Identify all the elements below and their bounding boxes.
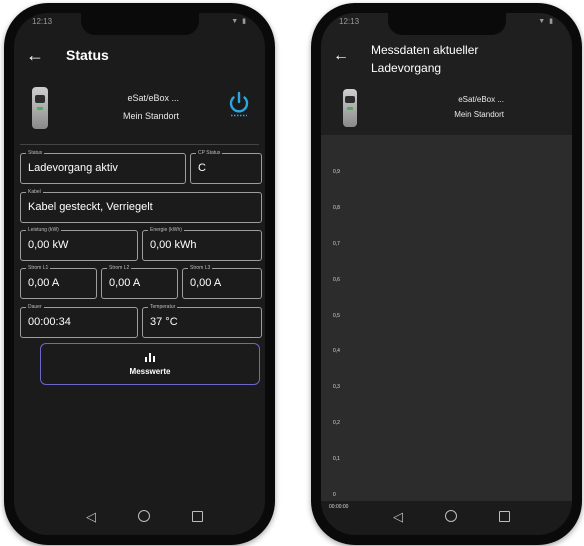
app-bar: ← Status: [14, 35, 265, 83]
kabel-value: Kabel gesteckt, Verriegelt: [28, 201, 153, 213]
leistung-label: Leistung (kW): [26, 226, 61, 234]
bar-chart-icon: [145, 352, 155, 362]
clock: 12:13: [32, 17, 53, 26]
y-tick-label: 0,2: [333, 420, 340, 427]
status-screen: 12:13 ▼ ▮ ← Status eSat/eBox ... Mein St…: [14, 13, 265, 535]
temperatur-field: Temperatur 37 °C: [142, 303, 262, 338]
energie-label: Energie (kWh): [148, 226, 184, 234]
strom-l1-value: 0,00 A: [28, 277, 60, 289]
device-header: eSat/eBox ... Mein Standort: [14, 85, 265, 141]
y-tick-label: 0,7: [333, 240, 340, 247]
page-title: Messdaten aktueller Ladevorgang: [371, 43, 479, 75]
dauer-field: Dauer 00:00:34: [20, 303, 138, 338]
y-tick-label: 0,1: [333, 456, 340, 463]
energie-field: Energie (kWh) 0,00 kWh: [142, 226, 262, 261]
y-tick-label: 0,8: [333, 204, 340, 211]
device-name: eSat/eBox ...: [458, 95, 504, 104]
notch: [80, 13, 199, 35]
status-label: Status: [26, 149, 45, 157]
strom-l3-field: Strom L3 0,00 A: [182, 264, 262, 299]
cp-status-value: C: [198, 162, 206, 174]
kabel-label: Kabel: [26, 188, 43, 196]
strom-l1-label: Strom L1: [26, 264, 51, 272]
phone-measurements: 12:13 ▼ ▮ ← Messdaten aktueller Ladevorg…: [311, 3, 582, 545]
y-tick-label: 0,3: [333, 384, 340, 391]
temperatur-value: 37 °C: [150, 316, 178, 328]
strom-l2-value: 0,00 A: [109, 277, 141, 289]
strom-l3-value: 0,00 A: [190, 277, 222, 289]
leistung-value: 0,00 kW: [28, 239, 69, 251]
cp-status-field: CP Status C: [190, 149, 262, 184]
strom-l1-field: Strom L1 0,00 A: [20, 264, 97, 299]
device-location: Mein Standort: [122, 111, 179, 121]
cp-status-label: CP Status: [196, 149, 223, 157]
measurement-screen: 12:13 ▼ ▮ ← Messdaten aktueller Ladevorg…: [321, 13, 572, 535]
y-tick-label: 0: [333, 492, 336, 498]
nav-back-icon[interactable]: ◁: [86, 509, 96, 525]
clock: 12:13: [339, 17, 360, 26]
measurement-chart: 0,9 0,8 0,7 0,6 0,5 0,4 0,3 0,2 0,1 0 00:00:00: [321, 135, 572, 510]
wallbox-icon: [32, 87, 48, 129]
power-icon[interactable]: [227, 91, 251, 117]
messwerte-label: Messwerte: [129, 367, 171, 376]
temperatur-label: Temperatur: [148, 303, 178, 311]
wallbox-icon: [343, 89, 357, 127]
kabel-field: Kabel Kabel gesteckt, Verriegelt: [20, 188, 262, 223]
nav-back-icon[interactable]: ◁: [393, 509, 403, 525]
back-arrow-icon[interactable]: ←: [333, 47, 349, 65]
signal-battery-icon: ▼ ▮: [231, 18, 247, 25]
strom-l2-label: Strom L2: [107, 264, 132, 272]
signal-battery-icon: ▼ ▮: [538, 18, 554, 25]
y-tick-label: 0,5: [333, 312, 340, 319]
device-location: Mein Standort: [454, 110, 504, 119]
nav-recents-icon[interactable]: [192, 511, 203, 522]
status-value: Ladevorgang aktiv: [28, 162, 118, 174]
device-name: eSat/eBox ...: [127, 93, 179, 103]
system-nav-bar: ◁: [14, 501, 265, 535]
system-nav-bar: ◁: [321, 501, 572, 535]
nav-recents-icon[interactable]: [499, 511, 510, 522]
y-tick-label: 0,4: [333, 348, 340, 355]
messwerte-button[interactable]: Messwerte: [40, 343, 260, 385]
strom-l2-field: Strom L2 0,00 A: [101, 264, 178, 299]
phone-status: 12:13 ▼ ▮ ← Status eSat/eBox ... Mein St…: [4, 3, 275, 545]
nav-home-icon[interactable]: [138, 510, 150, 522]
energie-value: 0,00 kWh: [150, 239, 197, 251]
y-tick-label: 0,9: [333, 169, 340, 175]
strom-l3-label: Strom L3: [188, 264, 213, 272]
divider: [20, 144, 259, 145]
status-field: Status Ladevorgang aktiv: [20, 149, 186, 184]
y-tick-label: 0,6: [333, 276, 340, 283]
dauer-value: 00:00:34: [28, 316, 71, 328]
notch: [387, 13, 506, 35]
page-title: Status: [66, 47, 109, 63]
leistung-field: Leistung (kW) 0,00 kW: [20, 226, 138, 261]
dauer-label: Dauer: [26, 303, 44, 311]
nav-home-icon[interactable]: [445, 510, 457, 522]
back-arrow-icon[interactable]: ←: [26, 45, 44, 65]
